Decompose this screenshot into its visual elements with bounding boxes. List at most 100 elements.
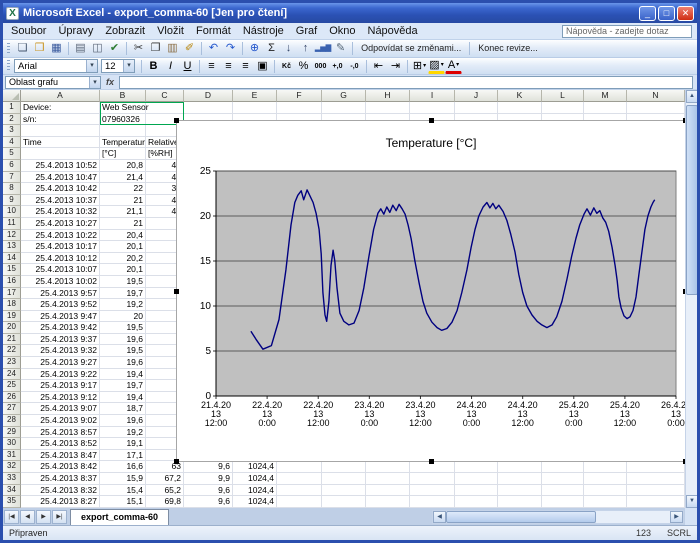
- align-center-button[interactable]: ≡: [220, 59, 237, 74]
- chart-selection-handle[interactable]: [429, 459, 434, 464]
- cell-G32[interactable]: [322, 461, 366, 473]
- paste-icon[interactable]: ▥: [164, 41, 181, 56]
- cell-E33[interactable]: 1024,4: [233, 473, 277, 485]
- close-button[interactable]: ✕: [677, 6, 694, 21]
- cell-H34[interactable]: [366, 485, 410, 497]
- cell-F32[interactable]: [277, 461, 322, 473]
- row-header-22[interactable]: 22: [3, 345, 21, 357]
- chevron-down-icon[interactable]: ▾: [456, 62, 459, 68]
- cell-A12[interactable]: 25.4.2013 10:22: [21, 230, 100, 242]
- sort-descending-icon[interactable]: ↑: [297, 41, 314, 56]
- tab-next-button[interactable]: ▶: [36, 510, 51, 524]
- row-header-29[interactable]: 29: [3, 427, 21, 439]
- cell-I35[interactable]: [410, 496, 455, 508]
- tab-first-button[interactable]: |◀: [4, 510, 19, 524]
- row-header-2[interactable]: 2: [3, 114, 21, 126]
- cell-B8[interactable]: 22: [100, 183, 146, 195]
- cell-B33[interactable]: 15,9: [100, 473, 146, 485]
- cell-J1[interactable]: [455, 102, 498, 114]
- cell-A18[interactable]: 25.4.2013 9:52: [21, 299, 100, 311]
- save-icon[interactable]: ▦: [48, 41, 65, 56]
- cell-B18[interactable]: 19,2: [100, 299, 146, 311]
- cell-C34[interactable]: 65,2: [146, 485, 184, 497]
- row-header-18[interactable]: 18: [3, 299, 21, 311]
- redo-icon[interactable]: ↷: [222, 41, 239, 56]
- row-header-13[interactable]: 13: [3, 241, 21, 253]
- undo-icon[interactable]: ↶: [205, 41, 222, 56]
- maximize-button[interactable]: □: [658, 6, 675, 21]
- cell-C33[interactable]: 67,2: [146, 473, 184, 485]
- chart-selection-handle[interactable]: [174, 289, 179, 294]
- cell-A13[interactable]: 25.4.2013 10:17: [21, 241, 100, 253]
- cell-A8[interactable]: 25.4.2013 10:42: [21, 183, 100, 195]
- cell-B28[interactable]: 19,6: [100, 415, 146, 427]
- chart-selection-handle[interactable]: [683, 118, 685, 123]
- cell-H35[interactable]: [366, 496, 410, 508]
- column-header-F[interactable]: F: [277, 90, 322, 102]
- cell-K34[interactable]: [498, 485, 542, 497]
- row-header-32[interactable]: 32: [3, 461, 21, 473]
- print-preview-icon[interactable]: ◫: [89, 41, 106, 56]
- cell-B23[interactable]: 19,6: [100, 357, 146, 369]
- cell-J34[interactable]: [455, 485, 498, 497]
- cell-B26[interactable]: 19,4: [100, 392, 146, 404]
- increase-decimal-button[interactable]: +,0: [329, 59, 346, 74]
- cell-B34[interactable]: 15,4: [100, 485, 146, 497]
- cell-A27[interactable]: 25.4.2013 9:07: [21, 403, 100, 415]
- cell-B7[interactable]: 21,4: [100, 172, 146, 184]
- formula-input[interactable]: [119, 76, 693, 89]
- cell-A25[interactable]: 25.4.2013 9:17: [21, 380, 100, 392]
- cut-icon[interactable]: ✂: [130, 41, 147, 56]
- cell-J33[interactable]: [455, 473, 498, 485]
- cell-G34[interactable]: [322, 485, 366, 497]
- column-header-G[interactable]: G: [322, 90, 366, 102]
- font-color-button[interactable]: A▾: [445, 59, 462, 74]
- cell-A33[interactable]: 25.4.2013 8:37: [21, 473, 100, 485]
- row-header-3[interactable]: 3: [3, 125, 21, 137]
- scroll-left-icon[interactable]: ◀: [433, 511, 446, 523]
- cell-A9[interactable]: 25.4.2013 10:37: [21, 195, 100, 207]
- cell-F33[interactable]: [277, 473, 322, 485]
- name-box[interactable]: Oblast grafu ▾: [5, 76, 101, 89]
- column-header-J[interactable]: J: [455, 90, 498, 102]
- column-header-M[interactable]: M: [584, 90, 627, 102]
- cell-A26[interactable]: 25.4.2013 9:12: [21, 392, 100, 404]
- font-size-select[interactable]: 12 ▾: [101, 59, 135, 73]
- cell-B31[interactable]: 17,1: [100, 450, 146, 462]
- cell-I33[interactable]: [410, 473, 455, 485]
- cell-N35[interactable]: [627, 496, 685, 508]
- cell-M1[interactable]: [584, 102, 627, 114]
- cell-B22[interactable]: 19,5: [100, 345, 146, 357]
- cell-F35[interactable]: [277, 496, 322, 508]
- cell-A7[interactable]: 25.4.2013 10:47: [21, 172, 100, 184]
- decrease-indent-button[interactable]: ⇤: [370, 59, 387, 74]
- cell-A22[interactable]: 25.4.2013 9:32: [21, 345, 100, 357]
- menu-graf[interactable]: Graf: [290, 24, 323, 38]
- row-header-11[interactable]: 11: [3, 218, 21, 230]
- row-header-17[interactable]: 17: [3, 288, 21, 300]
- row-header-23[interactable]: 23: [3, 357, 21, 369]
- cell-A34[interactable]: 25.4.2013 8:32: [21, 485, 100, 497]
- row-header-24[interactable]: 24: [3, 369, 21, 381]
- cell-A23[interactable]: 25.4.2013 9:27: [21, 357, 100, 369]
- row-header-7[interactable]: 7: [3, 172, 21, 184]
- cell-A20[interactable]: 25.4.2013 9:42: [21, 322, 100, 334]
- cell-L35[interactable]: [542, 496, 584, 508]
- chevron-down-icon[interactable]: ▾: [441, 62, 444, 68]
- chart-selection-handle[interactable]: [174, 118, 179, 123]
- cell-A17[interactable]: 25.4.2013 9:57: [21, 288, 100, 300]
- currency-style-button[interactable]: Kč: [278, 59, 295, 74]
- cell-K33[interactable]: [498, 473, 542, 485]
- vertical-scrollbar[interactable]: ▲ ▼: [685, 90, 697, 508]
- bold-button[interactable]: B: [145, 59, 162, 74]
- scroll-down-icon[interactable]: ▼: [686, 495, 698, 508]
- borders-button[interactable]: ⊞▾: [411, 59, 428, 74]
- cell-F1[interactable]: [277, 102, 322, 114]
- cell-A14[interactable]: 25.4.2013 10:12: [21, 253, 100, 265]
- insert-function-button[interactable]: fx: [101, 77, 119, 87]
- cell-A24[interactable]: 25.4.2013 9:22: [21, 369, 100, 381]
- cell-B16[interactable]: 19,5: [100, 276, 146, 288]
- align-right-button[interactable]: ≡: [237, 59, 254, 74]
- cell-B32[interactable]: 16,6: [100, 461, 146, 473]
- cell-A29[interactable]: 25.4.2013 8:57: [21, 427, 100, 439]
